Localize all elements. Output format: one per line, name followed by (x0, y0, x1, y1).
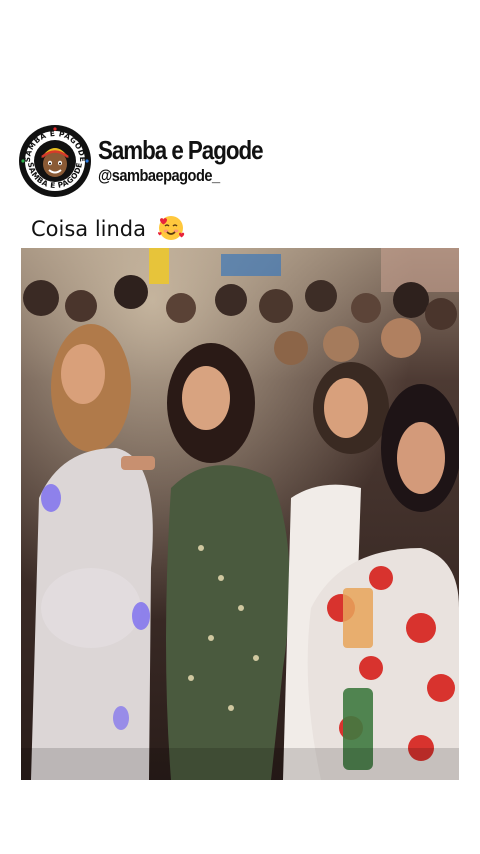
account-handle[interactable]: @sambaepagode_ (98, 165, 263, 187)
account-avatar[interactable]: SAMBA E PAGODE SAMBA E PAGODE (18, 124, 92, 198)
account-info: Samba e Pagode @sambaepagode_ (98, 135, 289, 187)
video-frame[interactable] (21, 248, 459, 780)
post-caption: Coisa linda (31, 212, 185, 246)
samba-pagode-logo-icon: SAMBA E PAGODE SAMBA E PAGODE (19, 125, 91, 197)
account-name[interactable]: Samba e Pagode (98, 135, 264, 165)
smiling-face-with-hearts-icon (157, 214, 185, 242)
caption-text: Coisa linda (31, 217, 147, 241)
post-header: SAMBA E PAGODE SAMBA E PAGODE Samba e Pa… (18, 124, 289, 198)
video-frame-crowd-at-party (21, 248, 459, 780)
